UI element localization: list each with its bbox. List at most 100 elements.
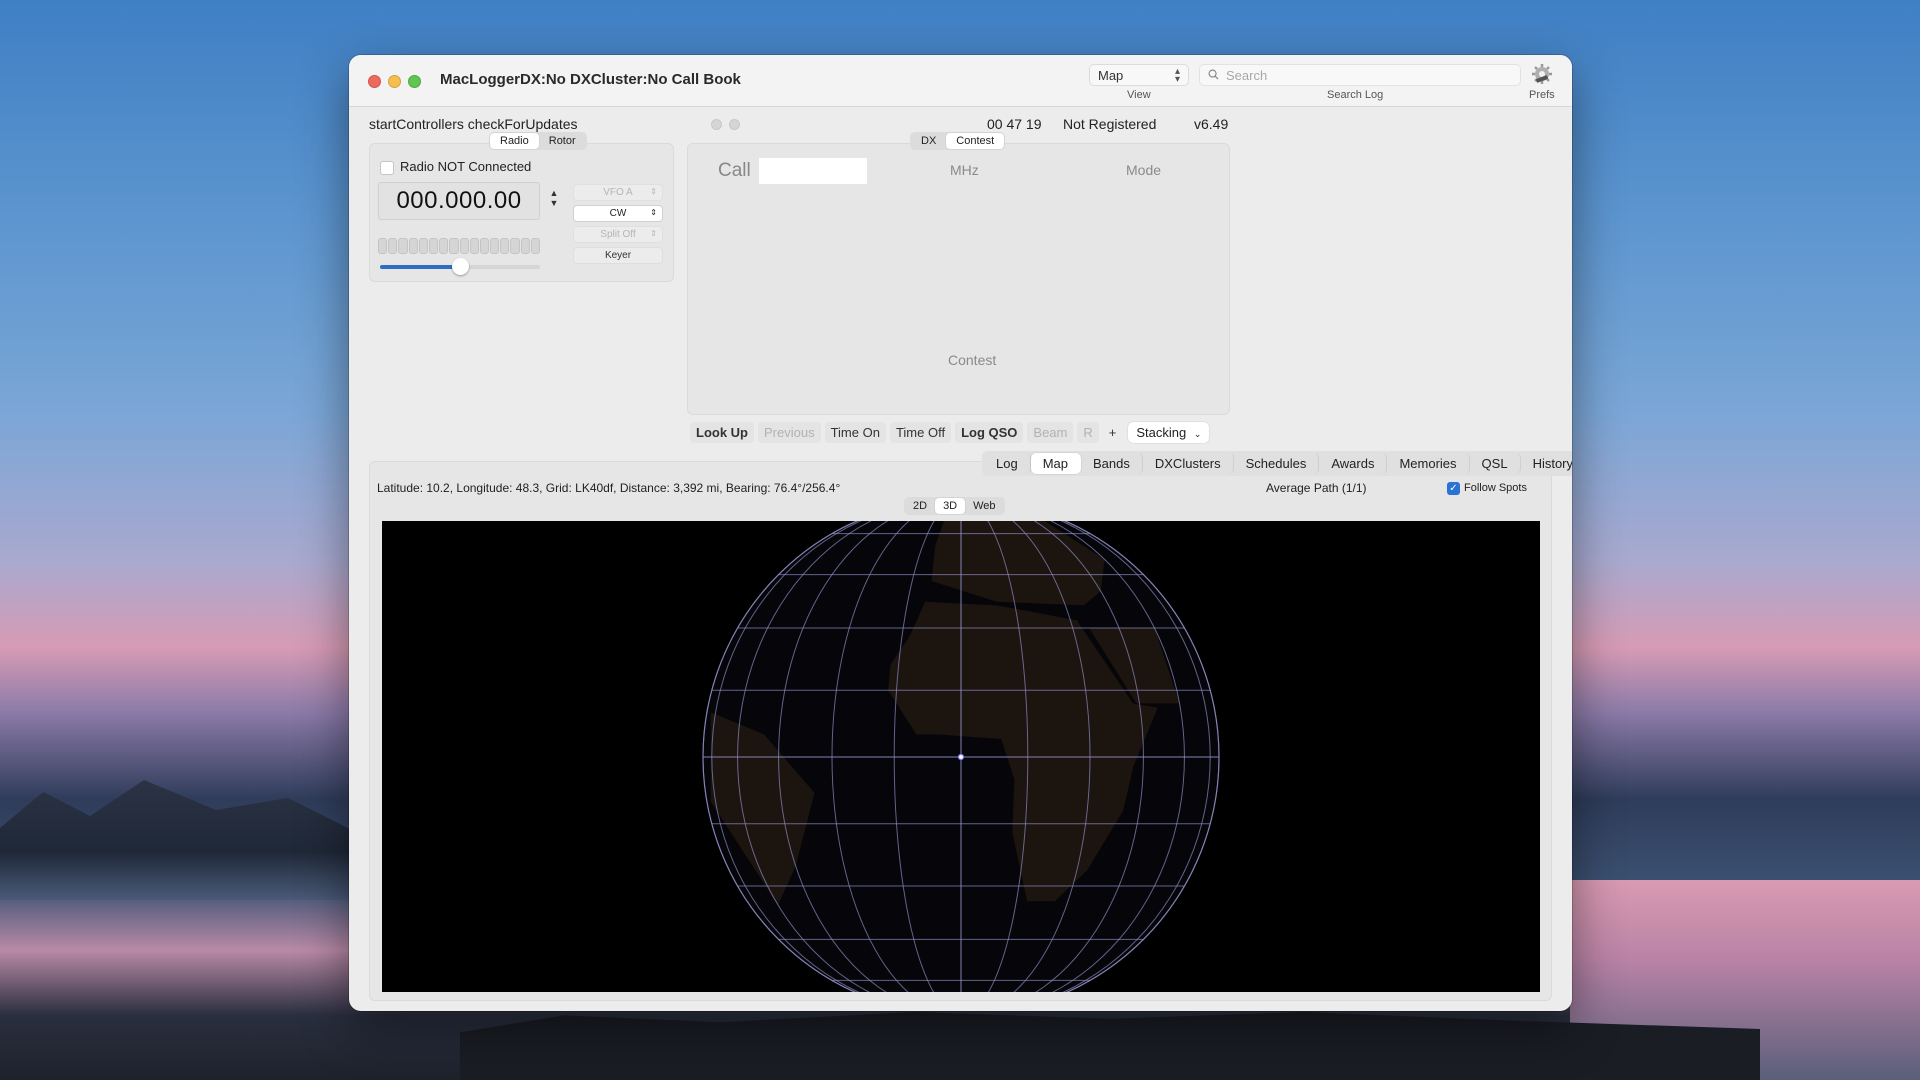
main-tab-bar: Log Map Bands DXClusters Schedules Awards Memo…	[982, 451, 1572, 476]
indicator-light	[729, 119, 740, 130]
power-slider[interactable]	[380, 258, 540, 275]
tab-rotor[interactable]: Rotor	[539, 133, 586, 149]
s-meter-segment	[418, 238, 428, 254]
tab-dx[interactable]: DX	[911, 133, 946, 149]
stacking-select[interactable]: Stacking ⌄	[1128, 422, 1210, 443]
zoom-window-button[interactable]	[408, 75, 421, 88]
window-title: MacLoggerDX:No DXCluster:No Call Book	[440, 71, 741, 88]
close-window-button[interactable]	[368, 75, 381, 88]
s-meter-segment	[428, 238, 439, 254]
radio-connected-checkbox[interactable]	[380, 161, 394, 175]
search-log-label: Search Log	[1327, 89, 1384, 101]
s-meter-segment	[490, 238, 500, 254]
look-up-button[interactable]: Look Up	[690, 422, 754, 443]
s-meter-segment	[500, 238, 510, 254]
s-meter-segment	[469, 238, 479, 254]
tab-bands[interactable]: Bands	[1081, 453, 1143, 474]
view-select[interactable]: Map ▴ ▾	[1089, 64, 1189, 86]
registration-status: Not Registered	[1063, 116, 1157, 132]
desktop-wallpaper-rocks	[460, 1012, 1760, 1080]
mode-select-value: CW	[609, 208, 627, 219]
previous-button[interactable]: Previous	[758, 422, 821, 443]
search-input[interactable]: Search	[1199, 64, 1521, 86]
frequency-display[interactable]: 000.000.00	[378, 182, 540, 220]
updown-chevron-icon: ⇕	[650, 208, 657, 217]
search-icon	[1208, 69, 1219, 80]
utc-clock: 00 47 19	[987, 116, 1042, 132]
view-label: View	[1127, 89, 1151, 101]
s-meter-segment	[439, 238, 449, 254]
s-meter-segment	[449, 238, 459, 254]
globe-3d[interactable]	[382, 521, 1540, 992]
tab-awards[interactable]: Awards	[1319, 453, 1388, 474]
view-3d-button[interactable]: 3D	[935, 498, 966, 514]
call-input[interactable]	[758, 157, 868, 185]
tab-qsl[interactable]: QSL	[1470, 453, 1521, 474]
radio-connected-label: Radio NOT Connected	[400, 159, 532, 174]
s-meter-segment	[530, 238, 540, 254]
s-meter-segment	[398, 238, 408, 254]
vfo-select-value: VFO A	[603, 187, 633, 198]
radio-rotor-segmented-control: Radio Rotor	[489, 132, 587, 150]
mode-label: Mode	[1126, 162, 1162, 178]
tab-log[interactable]: Log	[984, 453, 1031, 474]
app-window: MacLoggerDX:No DXCluster:No Call Book Ma…	[349, 55, 1572, 1011]
minimize-window-button[interactable]	[388, 75, 401, 88]
view-2d-button[interactable]: 2D	[905, 498, 935, 514]
updown-chevron-icon: ⇕	[650, 187, 657, 196]
prefs-label: Prefs	[1529, 89, 1555, 101]
s-meter-segment	[479, 238, 490, 254]
tab-map[interactable]: Map	[1030, 453, 1081, 474]
power-slider-fill	[380, 265, 460, 269]
s-meter-segment	[408, 238, 418, 254]
tab-contest[interactable]: Contest	[946, 133, 1005, 149]
log-qso-button[interactable]: Log QSO	[955, 422, 1024, 443]
prefs-gear-icon[interactable]	[1529, 63, 1555, 87]
action-button-row: Look Up Previous Time On Time Off Log QS…	[690, 422, 1210, 443]
split-select[interactable]: Split Off ⇕	[573, 226, 663, 243]
tab-memories[interactable]: Memories	[1387, 453, 1470, 474]
updown-chevron-icon: ▴ ▾	[1174, 66, 1180, 85]
radio-panel: Radio Rotor Radio NOT Connected 000.000.…	[369, 132, 674, 282]
s-meter-segment	[388, 238, 398, 254]
split-select-value: Split Off	[600, 229, 636, 240]
tab-history[interactable]: History	[1521, 453, 1572, 474]
follow-spots-checkbox[interactable]: ✓	[1447, 482, 1460, 495]
title-bar: MacLoggerDX:No DXCluster:No Call Book Ma…	[349, 55, 1572, 107]
vfo-select[interactable]: VFO A ⇕	[573, 184, 663, 201]
tab-radio[interactable]: Radio	[490, 133, 539, 149]
view-web-button[interactable]: Web	[965, 498, 1003, 514]
keyer-button[interactable]: Keyer	[573, 247, 663, 264]
s-meter-segment	[459, 238, 469, 254]
s-meter-segment	[510, 238, 520, 254]
dx-contest-segmented-control: DX Contest	[910, 132, 1006, 150]
desktop-wallpaper-left	[0, 780, 360, 900]
mode-select[interactable]: CW ⇕	[573, 205, 663, 222]
call-label: Call	[718, 160, 751, 181]
power-slider-knob[interactable]	[452, 258, 469, 275]
follow-spots-label: Follow Spots	[1464, 482, 1527, 494]
add-button[interactable]: +	[1103, 422, 1123, 443]
qso-entry-panel: DX Contest Call MHz Mode Contest	[687, 132, 1230, 415]
search-placeholder: Search	[1226, 68, 1268, 83]
frequency-stepper[interactable]: ▲ ▼	[548, 188, 560, 212]
version-label: v6.49	[1194, 116, 1229, 132]
chevron-down-icon: ⌄	[1193, 429, 1202, 439]
view-select-value: Map	[1098, 68, 1124, 83]
updown-chevron-icon: ⇕	[650, 229, 657, 238]
map-view[interactable]	[382, 521, 1540, 992]
stacking-select-value: Stacking	[1136, 425, 1187, 440]
s-meter-segment	[378, 238, 388, 254]
globe-center-marker	[957, 753, 965, 761]
tab-dxclusters[interactable]: DXClusters	[1143, 453, 1234, 474]
map-view-segmented-control: 2D 3D Web	[904, 497, 1005, 515]
tab-schedules[interactable]: Schedules	[1234, 453, 1320, 474]
s-meter-segment	[520, 238, 530, 254]
mhz-label: MHz	[950, 162, 979, 178]
time-on-button[interactable]: Time On	[824, 422, 886, 443]
time-off-button[interactable]: Time Off	[889, 422, 952, 443]
contest-label: Contest	[948, 352, 997, 368]
r-button[interactable]: R	[1077, 422, 1099, 443]
beam-button[interactable]: Beam	[1027, 422, 1074, 443]
status-message: startControllers checkForUpdates	[369, 116, 578, 132]
